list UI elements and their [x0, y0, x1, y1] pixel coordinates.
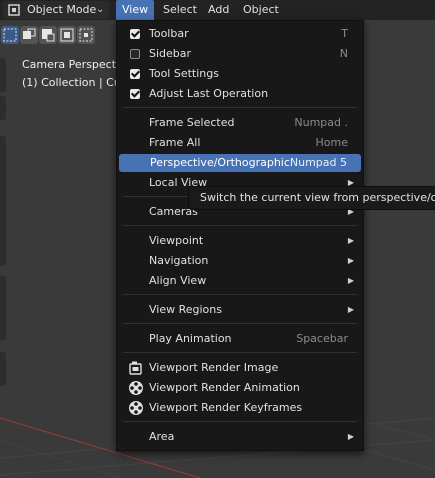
shortcut-label: Numpad . [294, 116, 348, 129]
select-intersect-icon [79, 28, 93, 42]
viewport-header: Object Mode ⌄ View Select Add Object [0, 0, 435, 20]
menu-item-label: Toolbar [149, 27, 189, 40]
menu-item-label: Align View [149, 274, 207, 287]
object-mode-label: Object Mode [27, 3, 97, 16]
menu-item-toolbar[interactable]: Toolbar T [118, 25, 362, 43]
menu-separator [123, 323, 357, 324]
select-intersect-button[interactable] [77, 26, 95, 44]
menu-item-viewport-render-image[interactable]: Viewport Render Image [118, 359, 362, 377]
menu-item-label: Frame All [149, 136, 201, 149]
menu-item-label: Adjust Last Operation [149, 87, 269, 100]
shortcut-label: Spacebar [296, 332, 348, 345]
render-still-icon [129, 361, 142, 375]
select-invert-icon [60, 28, 74, 42]
checkbox-sidebar[interactable] [130, 49, 140, 59]
menu-item-label: View Regions [149, 303, 222, 316]
menu-item-adjust-last-operation[interactable]: Adjust Last Operation [118, 85, 362, 103]
select-new-icon [3, 28, 17, 42]
menu-item-sidebar[interactable]: Sidebar N [118, 45, 362, 63]
submenu-arrow-icon: ▶ [347, 305, 354, 314]
render-animation-icon [129, 401, 143, 415]
shortcut-label: T [341, 27, 348, 40]
menu-item-navigation[interactable]: Navigation ▶ [118, 252, 362, 270]
submenu-arrow-icon: ▶ [347, 276, 354, 285]
menu-object[interactable]: Object [237, 0, 285, 20]
select-extend-button[interactable] [20, 26, 38, 44]
tooltip-text: Switch the current view from perspective… [200, 191, 435, 204]
chevron-down-icon: ⌄ [96, 4, 105, 15]
view-menu: Toolbar T Sidebar N Tool Settings Adjust… [116, 20, 364, 451]
menu-item-frame-selected[interactable]: Frame Selected Numpad . [118, 114, 362, 132]
select-extend-icon [23, 28, 36, 39]
menu-item-label: Play Animation [149, 332, 232, 345]
menu-item-frame-all[interactable]: Frame All Home [118, 134, 362, 152]
menu-separator [123, 107, 357, 108]
menu-item-label: Area [149, 430, 175, 443]
submenu-arrow-icon: ▶ [347, 432, 354, 441]
shortcut-label: N [339, 47, 348, 60]
select-invert-button[interactable] [58, 26, 76, 44]
menu-select[interactable]: Select [157, 0, 203, 20]
menu-item-area[interactable]: Area ▶ [118, 428, 362, 446]
submenu-arrow-icon: ▶ [347, 236, 354, 245]
submenu-arrow-icon: ▶ [347, 256, 354, 265]
menu-item-viewpoint[interactable]: Viewpoint ▶ [118, 232, 362, 250]
tooltip: Switch the current view from perspective… [188, 186, 435, 210]
menu-separator [123, 294, 357, 295]
menu-item-label: Viewport Render Keyframes [149, 401, 303, 414]
menu-item-view-regions[interactable]: View Regions ▶ [118, 301, 362, 319]
select-subtract-icon [42, 29, 55, 42]
checkbox-toolbar[interactable] [130, 29, 140, 39]
menu-item-label: Viewpoint [149, 234, 204, 247]
select-subtract-button[interactable] [39, 26, 57, 44]
menu-item-label: Viewport Render Image [149, 361, 279, 374]
menu-separator [123, 352, 357, 353]
menu-item-label: Sidebar [149, 47, 192, 60]
shortcut-label: Home [315, 136, 348, 149]
select-new-button[interactable] [1, 26, 19, 44]
menu-item-play-animation[interactable]: Play Animation Spacebar [118, 330, 362, 348]
toolbar-tool-select[interactable] [0, 58, 6, 92]
toolbar-tool-move[interactable] [0, 136, 6, 266]
shortcut-label: Numpad 5 [289, 156, 347, 169]
toolbar-tool-measure[interactable] [0, 352, 6, 386]
object-mode-dropdown[interactable]: Object Mode ⌄ [3, 1, 109, 19]
object-mode-icon [8, 4, 20, 16]
toolbar-tool-annotate[interactable] [0, 276, 6, 340]
menu-item-perspective-orthographic[interactable]: Perspective/Orthographic Numpad 5 [119, 154, 361, 172]
toolbar-tool-cursor[interactable] [0, 96, 6, 120]
menu-item-align-view[interactable]: Align View ▶ [118, 272, 362, 290]
select-mode-buttons [0, 26, 100, 46]
menu-view[interactable]: View [116, 0, 155, 20]
checkbox-tool-settings[interactable] [130, 69, 140, 79]
checkbox-adjust-last-operation[interactable] [130, 89, 140, 99]
menu-item-viewport-render-animation[interactable]: Viewport Render Animation [118, 379, 362, 397]
menu-add[interactable]: Add [202, 0, 235, 20]
menu-item-viewport-render-keyframes[interactable]: Viewport Render Keyframes [118, 399, 362, 417]
menu-item-label: Frame Selected [149, 116, 235, 129]
menu-item-label: Perspective/Orthographic [150, 156, 290, 169]
menu-separator [123, 225, 357, 226]
menu-item-tool-settings[interactable]: Tool Settings [118, 65, 362, 83]
menu-separator [123, 421, 357, 422]
menu-item-label: Navigation [149, 254, 209, 267]
menu-item-label: Tool Settings [149, 67, 219, 80]
menu-item-label: Viewport Render Animation [149, 381, 300, 394]
render-animation-icon [129, 381, 143, 395]
